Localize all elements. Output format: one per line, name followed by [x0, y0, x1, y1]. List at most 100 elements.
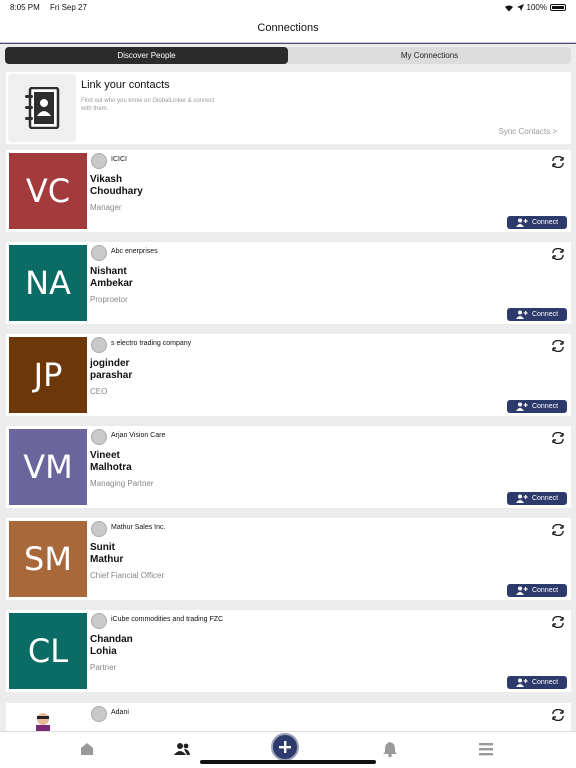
plus-icon: [279, 741, 291, 753]
home-indicator: [200, 760, 376, 764]
person-card[interactable]: SM Mathur Sales Inc. Sunit Mathur Chief Fian…: [6, 518, 571, 600]
connect-button[interactable]: Connect: [507, 584, 567, 597]
sync-arrows-icon[interactable]: [551, 248, 565, 260]
avatar-initials: VM: [9, 429, 87, 505]
first-name: joginder: [90, 358, 130, 369]
avatar-initials: VC: [9, 153, 87, 229]
first-name: Nishant: [90, 266, 127, 277]
company-name: Mathur Sales Inc.: [111, 524, 166, 531]
company-name: Arjan Vision Care: [111, 432, 166, 439]
company-name: ICICI: [111, 156, 127, 163]
wifi-icon: [504, 4, 513, 11]
add-button[interactable]: [271, 733, 299, 761]
sync-arrows-icon[interactable]: [551, 340, 565, 352]
connect-label: Connect: [531, 403, 559, 410]
person-card[interactable]: NA Abc enerprises Nishant Ambekar Proproetor…: [6, 242, 571, 324]
last-name: Mathur: [90, 554, 124, 565]
person-role: Proproetor: [90, 295, 128, 304]
sync-arrows-icon[interactable]: [551, 524, 565, 536]
person-role: CEO: [90, 387, 108, 396]
sync-arrows-icon[interactable]: [551, 432, 565, 444]
person-name[interactable]: Chandan Lohia: [90, 634, 230, 658]
company-logo-icon: [91, 153, 107, 169]
battery-icon: [550, 4, 566, 11]
sync-title: Link your contacts: [81, 79, 170, 91]
sync-subtitle: Find out who you know on GlobalLinker & …: [81, 98, 215, 112]
company-name: iCube commodities and trading FZC: [111, 616, 224, 623]
person-card[interactable]: VM Arjan Vision Care Vineet Malhotra Managin…: [6, 426, 571, 508]
connect-label: Connect: [531, 311, 559, 318]
person-card[interactable]: CL iCube commodities and trading FZC Chand…: [6, 610, 571, 692]
first-name: Chandan: [90, 634, 133, 645]
connect-button[interactable]: Connect: [507, 308, 567, 321]
last-name: parashar: [90, 370, 133, 381]
location-icon: [516, 4, 524, 11]
connect-button[interactable]: Connect: [507, 216, 567, 229]
company-logo-icon: [91, 429, 107, 445]
person-name[interactable]: Nishant Ambekar: [90, 266, 230, 290]
add-person-icon: [515, 310, 528, 319]
sync-arrows-icon[interactable]: [551, 709, 565, 721]
company-logo-icon: [91, 613, 107, 629]
sync-contacts-link[interactable]: Sync Contacts >: [499, 127, 557, 136]
person-role: Managing Partner: [90, 479, 154, 488]
last-name: Choudhary: [90, 186, 143, 197]
company-name: Abc enerprises: [111, 248, 158, 255]
connect-label: Connect: [531, 679, 559, 686]
avatar-initials: CL: [9, 613, 87, 689]
company-logo-icon: [91, 245, 107, 261]
segmented-tabs: Discover People My Connections: [5, 47, 571, 64]
sync-contacts-card: Link your contacts Find out who you know…: [6, 72, 571, 144]
last-name: Malhotra: [90, 462, 132, 473]
status-bar: 8:05 PM Fri Sep 27 100%: [0, 0, 576, 16]
last-name: Lohia: [90, 646, 117, 657]
person-name[interactable]: Sunit Mathur: [90, 542, 230, 566]
person-role: Manager: [90, 203, 122, 212]
avatar-photo: [34, 711, 52, 731]
add-person-icon: [515, 218, 528, 227]
add-person-icon: [515, 678, 528, 687]
status-time: 8:05 PM: [10, 3, 40, 12]
first-name: Sunit: [90, 542, 115, 553]
sync-arrows-icon[interactable]: [551, 156, 565, 168]
sync-arrows-icon[interactable]: [551, 616, 565, 628]
avatar-initials: SM: [9, 521, 87, 597]
person-role: Partner: [90, 663, 117, 672]
company-logo-icon: [91, 521, 107, 537]
home-icon[interactable]: [78, 740, 96, 758]
battery-percent: 100%: [526, 3, 547, 12]
person-name[interactable]: Vikash Choudhary: [90, 174, 230, 198]
company-name: Adani: [111, 709, 129, 716]
connect-button[interactable]: Connect: [507, 676, 567, 689]
status-date: Fri Sep 27: [50, 3, 87, 12]
connect-label: Connect: [531, 219, 559, 226]
add-person-icon: [515, 402, 528, 411]
avatar-initials: NA: [9, 245, 87, 321]
company-logo-icon: [91, 337, 107, 353]
person-card-partial[interactable]: Adani: [6, 703, 571, 731]
last-name: Ambekar: [90, 278, 133, 289]
person-card[interactable]: VC ICICI Vikash Choudhary Manager Connect: [6, 150, 571, 232]
person-role: Chief Fiancial Officer: [90, 571, 165, 580]
tab-my-connections[interactable]: My Connections: [288, 47, 571, 64]
first-name: Vineet: [90, 450, 120, 461]
connect-button[interactable]: Connect: [507, 492, 567, 505]
bell-icon[interactable]: [381, 740, 399, 758]
connect-label: Connect: [531, 587, 559, 594]
page-title: Connections: [257, 22, 319, 34]
add-person-icon: [515, 494, 528, 503]
first-name: Vikash: [90, 174, 123, 185]
connect-button[interactable]: Connect: [507, 400, 567, 413]
add-person-icon: [515, 586, 528, 595]
avatar-initials: JP: [9, 337, 87, 413]
people-icon[interactable]: [173, 740, 191, 758]
company-name: s electro trading company: [111, 340, 192, 347]
company-logo-icon: [91, 706, 107, 722]
person-name[interactable]: Vineet Malhotra: [90, 450, 230, 474]
contact-book-icon: [8, 74, 76, 142]
menu-icon[interactable]: [477, 740, 495, 758]
connect-label: Connect: [531, 495, 559, 502]
person-card[interactable]: JP s electro trading company joginder paras…: [6, 334, 571, 416]
person-name[interactable]: joginder parashar: [90, 358, 230, 382]
tab-discover-people[interactable]: Discover People: [5, 47, 288, 64]
